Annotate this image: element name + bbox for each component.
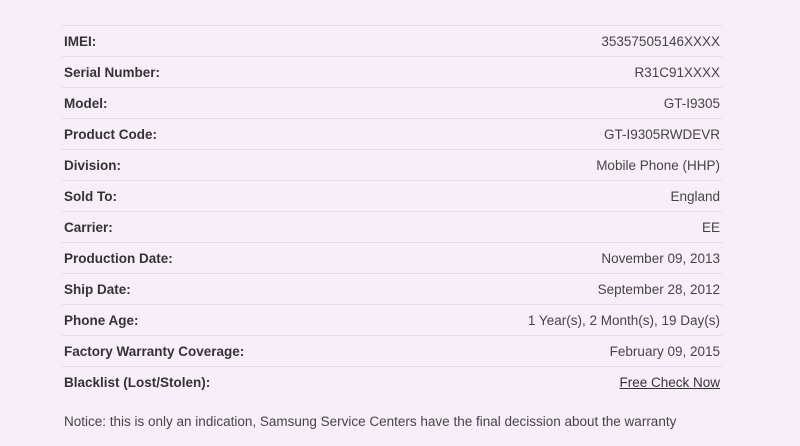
factory-warranty-value: February 09, 2015 bbox=[609, 343, 720, 359]
carrier-label: Carrier: bbox=[64, 219, 113, 235]
division-label: Division: bbox=[64, 157, 122, 173]
free-check-now-link[interactable]: Free Check Now bbox=[619, 375, 720, 390]
info-row-model: Model: GT-I9305 bbox=[62, 87, 722, 118]
info-row-product-code: Product Code: GT-I9305RWDEVR bbox=[62, 118, 722, 149]
sold-to-label: Sold To: bbox=[64, 188, 117, 204]
info-row-carrier: Carrier: EE bbox=[62, 211, 722, 242]
info-row-phone-age: Phone Age: 1 Year(s), 2 Month(s), 19 Day… bbox=[62, 304, 722, 335]
division-value: Mobile Phone (HHP) bbox=[596, 157, 720, 173]
info-row-ship-date: Ship Date: September 28, 2012 bbox=[62, 273, 722, 304]
imei-label: IMEI: bbox=[64, 33, 97, 49]
info-row-imei: IMEI: 35357505146XXXX bbox=[62, 25, 722, 56]
model-label: Model: bbox=[64, 95, 108, 111]
blacklist-label: Blacklist (Lost/Stolen): bbox=[64, 374, 211, 390]
production-date-label: Production Date: bbox=[64, 250, 173, 266]
product-code-label: Product Code: bbox=[64, 126, 157, 142]
info-row-blacklist: Blacklist (Lost/Stolen): Free Check Now bbox=[62, 366, 722, 397]
imei-value: 35357505146XXXX bbox=[601, 33, 720, 49]
device-info-table: IMEI: 35357505146XXXX Serial Number: R31… bbox=[62, 25, 722, 397]
model-value: GT-I9305 bbox=[663, 95, 720, 111]
info-row-factory-warranty: Factory Warranty Coverage: February 09, … bbox=[62, 335, 722, 366]
production-date-value: November 09, 2013 bbox=[601, 250, 720, 266]
product-code-value: GT-I9305RWDEVR bbox=[603, 126, 720, 142]
info-row-sold-to: Sold To: England bbox=[62, 180, 722, 211]
serial-number-label: Serial Number: bbox=[64, 64, 161, 80]
warranty-notice: Notice: this is only an indication, Sams… bbox=[64, 414, 677, 429]
phone-age-label: Phone Age: bbox=[64, 312, 139, 328]
serial-number-value: R31C91XXXX bbox=[634, 64, 720, 80]
phone-age-value: 1 Year(s), 2 Month(s), 19 Day(s) bbox=[527, 312, 720, 328]
warranty-info-page: IMEI: 35357505146XXXX Serial Number: R31… bbox=[0, 0, 800, 446]
sold-to-value: England bbox=[670, 188, 720, 204]
ship-date-value: September 28, 2012 bbox=[597, 281, 720, 297]
carrier-value: EE bbox=[701, 219, 720, 235]
factory-warranty-label: Factory Warranty Coverage: bbox=[64, 343, 245, 359]
info-row-division: Division: Mobile Phone (HHP) bbox=[62, 149, 722, 180]
ship-date-label: Ship Date: bbox=[64, 281, 131, 297]
info-row-production-date: Production Date: November 09, 2013 bbox=[62, 242, 722, 273]
info-row-serial-number: Serial Number: R31C91XXXX bbox=[62, 56, 722, 87]
